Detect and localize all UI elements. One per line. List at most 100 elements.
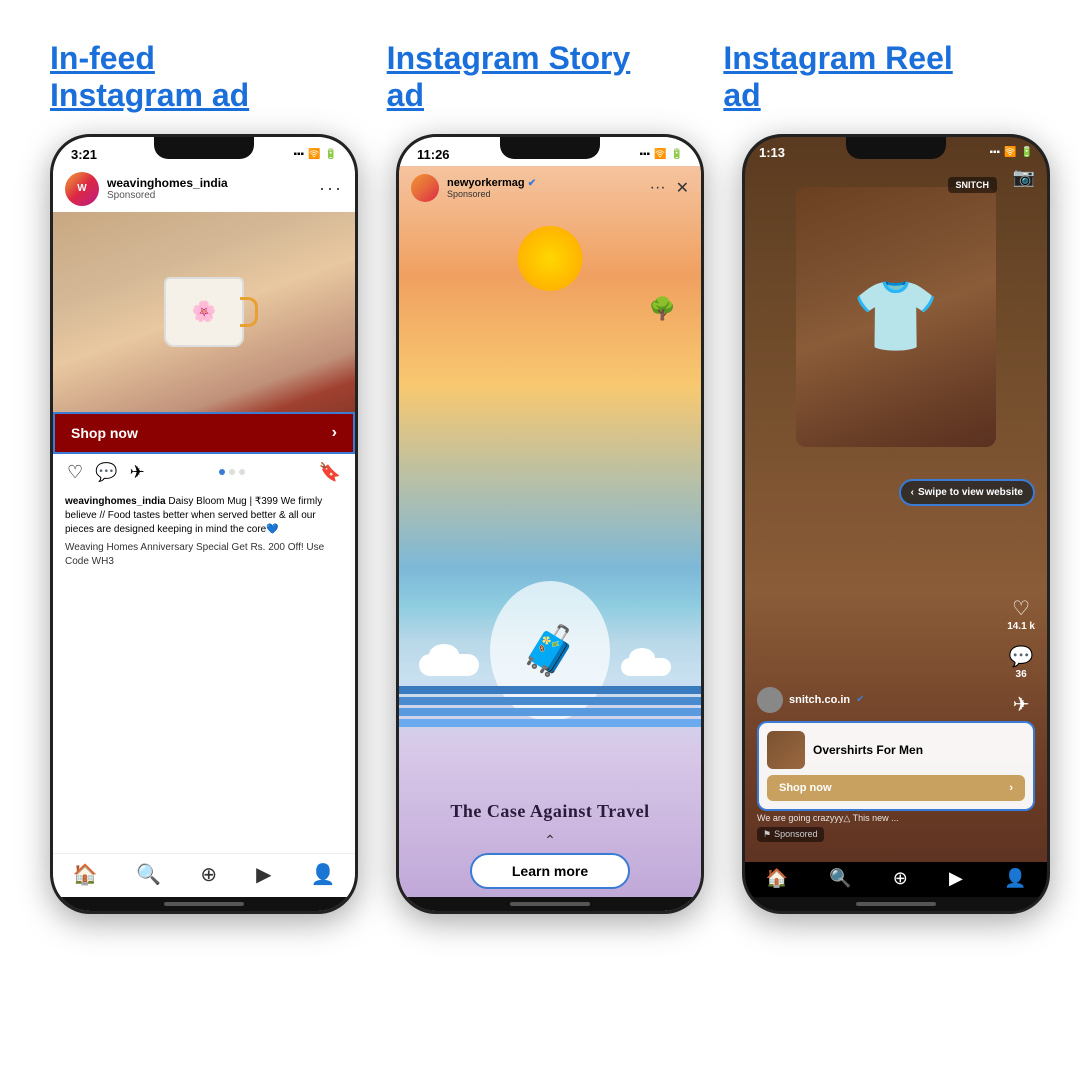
reel-wifi-icon: 🛜 (1004, 147, 1016, 158)
reel-search-icon[interactable]: 🔍 (829, 868, 851, 889)
reel-username: snitch.co.in (789, 694, 850, 706)
reel-home-icon[interactable]: 🏠 (766, 868, 788, 889)
cloud-area (399, 636, 701, 686)
phone-notch-3 (846, 137, 946, 159)
feed-image: 🌸 (53, 212, 355, 412)
home-nav-icon[interactable]: 🏠 (73, 862, 98, 887)
label-cell-feed: In-feedInstagram ad (50, 40, 377, 114)
phone-notch-1 (154, 137, 254, 159)
reel-shop-arrow-icon: › (1009, 782, 1013, 794)
feed-label-title: In-feedInstagram ad (50, 40, 367, 114)
reel-status-icons: ▪▪▪ 🛜 🔋 (989, 147, 1033, 158)
reel-nav-bar: 🏠 🔍 ⊕ ▶ 👤 (745, 862, 1047, 897)
feed-actions-left: ♡ 💬 ✈ (67, 462, 145, 483)
story-close-icon[interactable]: ✕ (676, 178, 689, 198)
home-bar-3 (856, 902, 936, 906)
reel-sponsored-tag: ⚑ Sponsored (757, 827, 824, 842)
phone-inner-2: 11:26 ▪▪▪ 🛜 🔋 newyorkermag (399, 137, 701, 911)
feed-avatar: W (65, 172, 99, 206)
battery-icon-2: 🔋 (671, 149, 683, 160)
story-cta-bar: ⌃ Learn more (399, 828, 701, 897)
reel-comment-action: 💬 36 (1009, 644, 1034, 680)
phone-inner-1: 3:21 ▪▪▪ 🛜 🔋 W weavinghomes_india Sponso… (53, 137, 355, 911)
reel-time: 1:13 (759, 145, 785, 160)
label-cell-story: Instagram Storyad (377, 40, 714, 114)
reel-like-icon[interactable]: ♡ (1012, 596, 1030, 621)
reel-likes-count: 14.1 k (1007, 621, 1035, 632)
caption-username: weavinghomes_india (65, 496, 166, 507)
story-art-area: 🌳 🧳 (399, 206, 701, 801)
swipe-pill[interactable]: ‹ Swipe to view website (899, 479, 1035, 506)
reel-shop-now-button[interactable]: Shop now › (767, 775, 1025, 801)
shirt-icon: 👕 (852, 276, 939, 358)
feed-nav-bar: 🏠 🔍 ⊕ ▶ 👤 (53, 853, 355, 897)
phone-inner-3: 1:13 ▪▪▪ 🛜 🔋 SNITCH 📷 (745, 137, 1047, 911)
mug-flower-icon: 🌸 (192, 299, 217, 324)
add-nav-icon[interactable]: ⊕ (200, 862, 217, 887)
mug-visual: 🌸 (164, 277, 244, 347)
phone-notch-2 (500, 137, 600, 159)
learn-more-button[interactable]: Learn more (470, 853, 630, 889)
reel-product-row: Overshirts For Men (767, 731, 1025, 769)
like-icon[interactable]: ♡ (67, 462, 83, 483)
phone-reel: 1:13 ▪▪▪ 🛜 🔋 SNITCH 📷 (742, 134, 1050, 914)
reel-signal-icon: ▪▪▪ (989, 147, 1000, 158)
home-bar-1 (164, 902, 244, 906)
reel-product-card: Overshirts For Men Shop now › (757, 721, 1035, 811)
feed-actions-bar: ♡ 💬 ✈ 🔖 (53, 454, 355, 491)
labels-row: In-feedInstagram ad Instagram Storyad In… (50, 40, 1050, 114)
signal-icon-1: ▪▪▪ (293, 149, 304, 160)
status-icons-1: ▪▪▪ 🛜 🔋 (293, 149, 337, 160)
feed-caption: weavinghomes_india Daisy Bloom Mug | ₹39… (53, 491, 355, 575)
story-header: newyorkermag ✔ Sponsored ··· ✕ (399, 166, 701, 206)
reel-comments-count: 36 (1016, 669, 1027, 680)
feed-more-dots[interactable]: ··· (319, 178, 343, 199)
signal-icon-2: ▪▪▪ (639, 149, 650, 160)
profile-nav-icon[interactable]: 👤 (311, 862, 336, 887)
wifi-icon-2: 🛜 (654, 149, 666, 160)
wifi-icon-1: 🛜 (308, 149, 320, 160)
water-stripe-3 (399, 708, 701, 716)
story-label-title: Instagram Storyad (387, 40, 704, 114)
search-nav-icon[interactable]: 🔍 (136, 862, 161, 887)
feed-username-block: weavinghomes_india Sponsored (99, 176, 319, 201)
carousel-dots (219, 462, 245, 483)
reel-profile-icon[interactable]: 👤 (1004, 868, 1026, 889)
feed-sponsored: Sponsored (107, 190, 319, 201)
water-stripe-2 (399, 697, 701, 705)
reel-add-icon[interactable]: ⊕ (893, 868, 908, 889)
swipe-arrow-icon: ‹ (911, 487, 914, 498)
save-icon[interactable]: 🔖 (319, 462, 341, 483)
home-indicator-3 (745, 897, 1047, 911)
comment-icon[interactable]: 💬 (95, 462, 117, 483)
story-title: The Case Against Travel (399, 801, 701, 828)
reel-like-action: ♡ 14.1 k (1007, 596, 1035, 632)
battery-icon-1: 🔋 (325, 149, 337, 160)
phone-story: 11:26 ▪▪▪ 🛜 🔋 newyorkermag (396, 134, 704, 914)
story-username: newyorkermag ✔ (447, 177, 650, 189)
reels-nav-icon[interactable]: ▶ (256, 862, 271, 887)
reel-label-title: Instagram Reelad (723, 40, 1040, 114)
share-icon[interactable]: ✈ (130, 462, 145, 483)
reel-comment-icon[interactable]: 💬 (1009, 644, 1034, 669)
shirt-visual: 👕 (796, 187, 996, 447)
time-2: 11:26 (417, 147, 450, 162)
home-bar-2 (510, 902, 590, 906)
reel-camera-icon[interactable]: 📷 (1013, 167, 1035, 188)
story-username-text: newyorkermag (447, 177, 525, 189)
reel-battery-icon: 🔋 (1021, 147, 1033, 158)
cloud-2 (621, 658, 671, 676)
cloud-1 (419, 654, 479, 676)
reel-shop-label: Shop now (779, 782, 832, 794)
home-indicator-1 (53, 897, 355, 911)
tree-icon: 🌳 (649, 296, 676, 322)
dot-1 (219, 469, 225, 475)
reel-caption: We are going crazyyy△ This new ... (757, 813, 1035, 824)
feed-header: W weavinghomes_india Sponsored ··· (53, 166, 355, 212)
tree-graphic: 🌳 (649, 296, 676, 322)
reel-reels-icon[interactable]: ▶ (949, 868, 963, 889)
story-more-icon[interactable]: ··· (650, 179, 666, 197)
reel-verified-icon: ✔ (856, 694, 864, 705)
swipe-label: Swipe to view website (918, 487, 1023, 498)
shop-now-button[interactable]: Shop now › (53, 412, 355, 454)
